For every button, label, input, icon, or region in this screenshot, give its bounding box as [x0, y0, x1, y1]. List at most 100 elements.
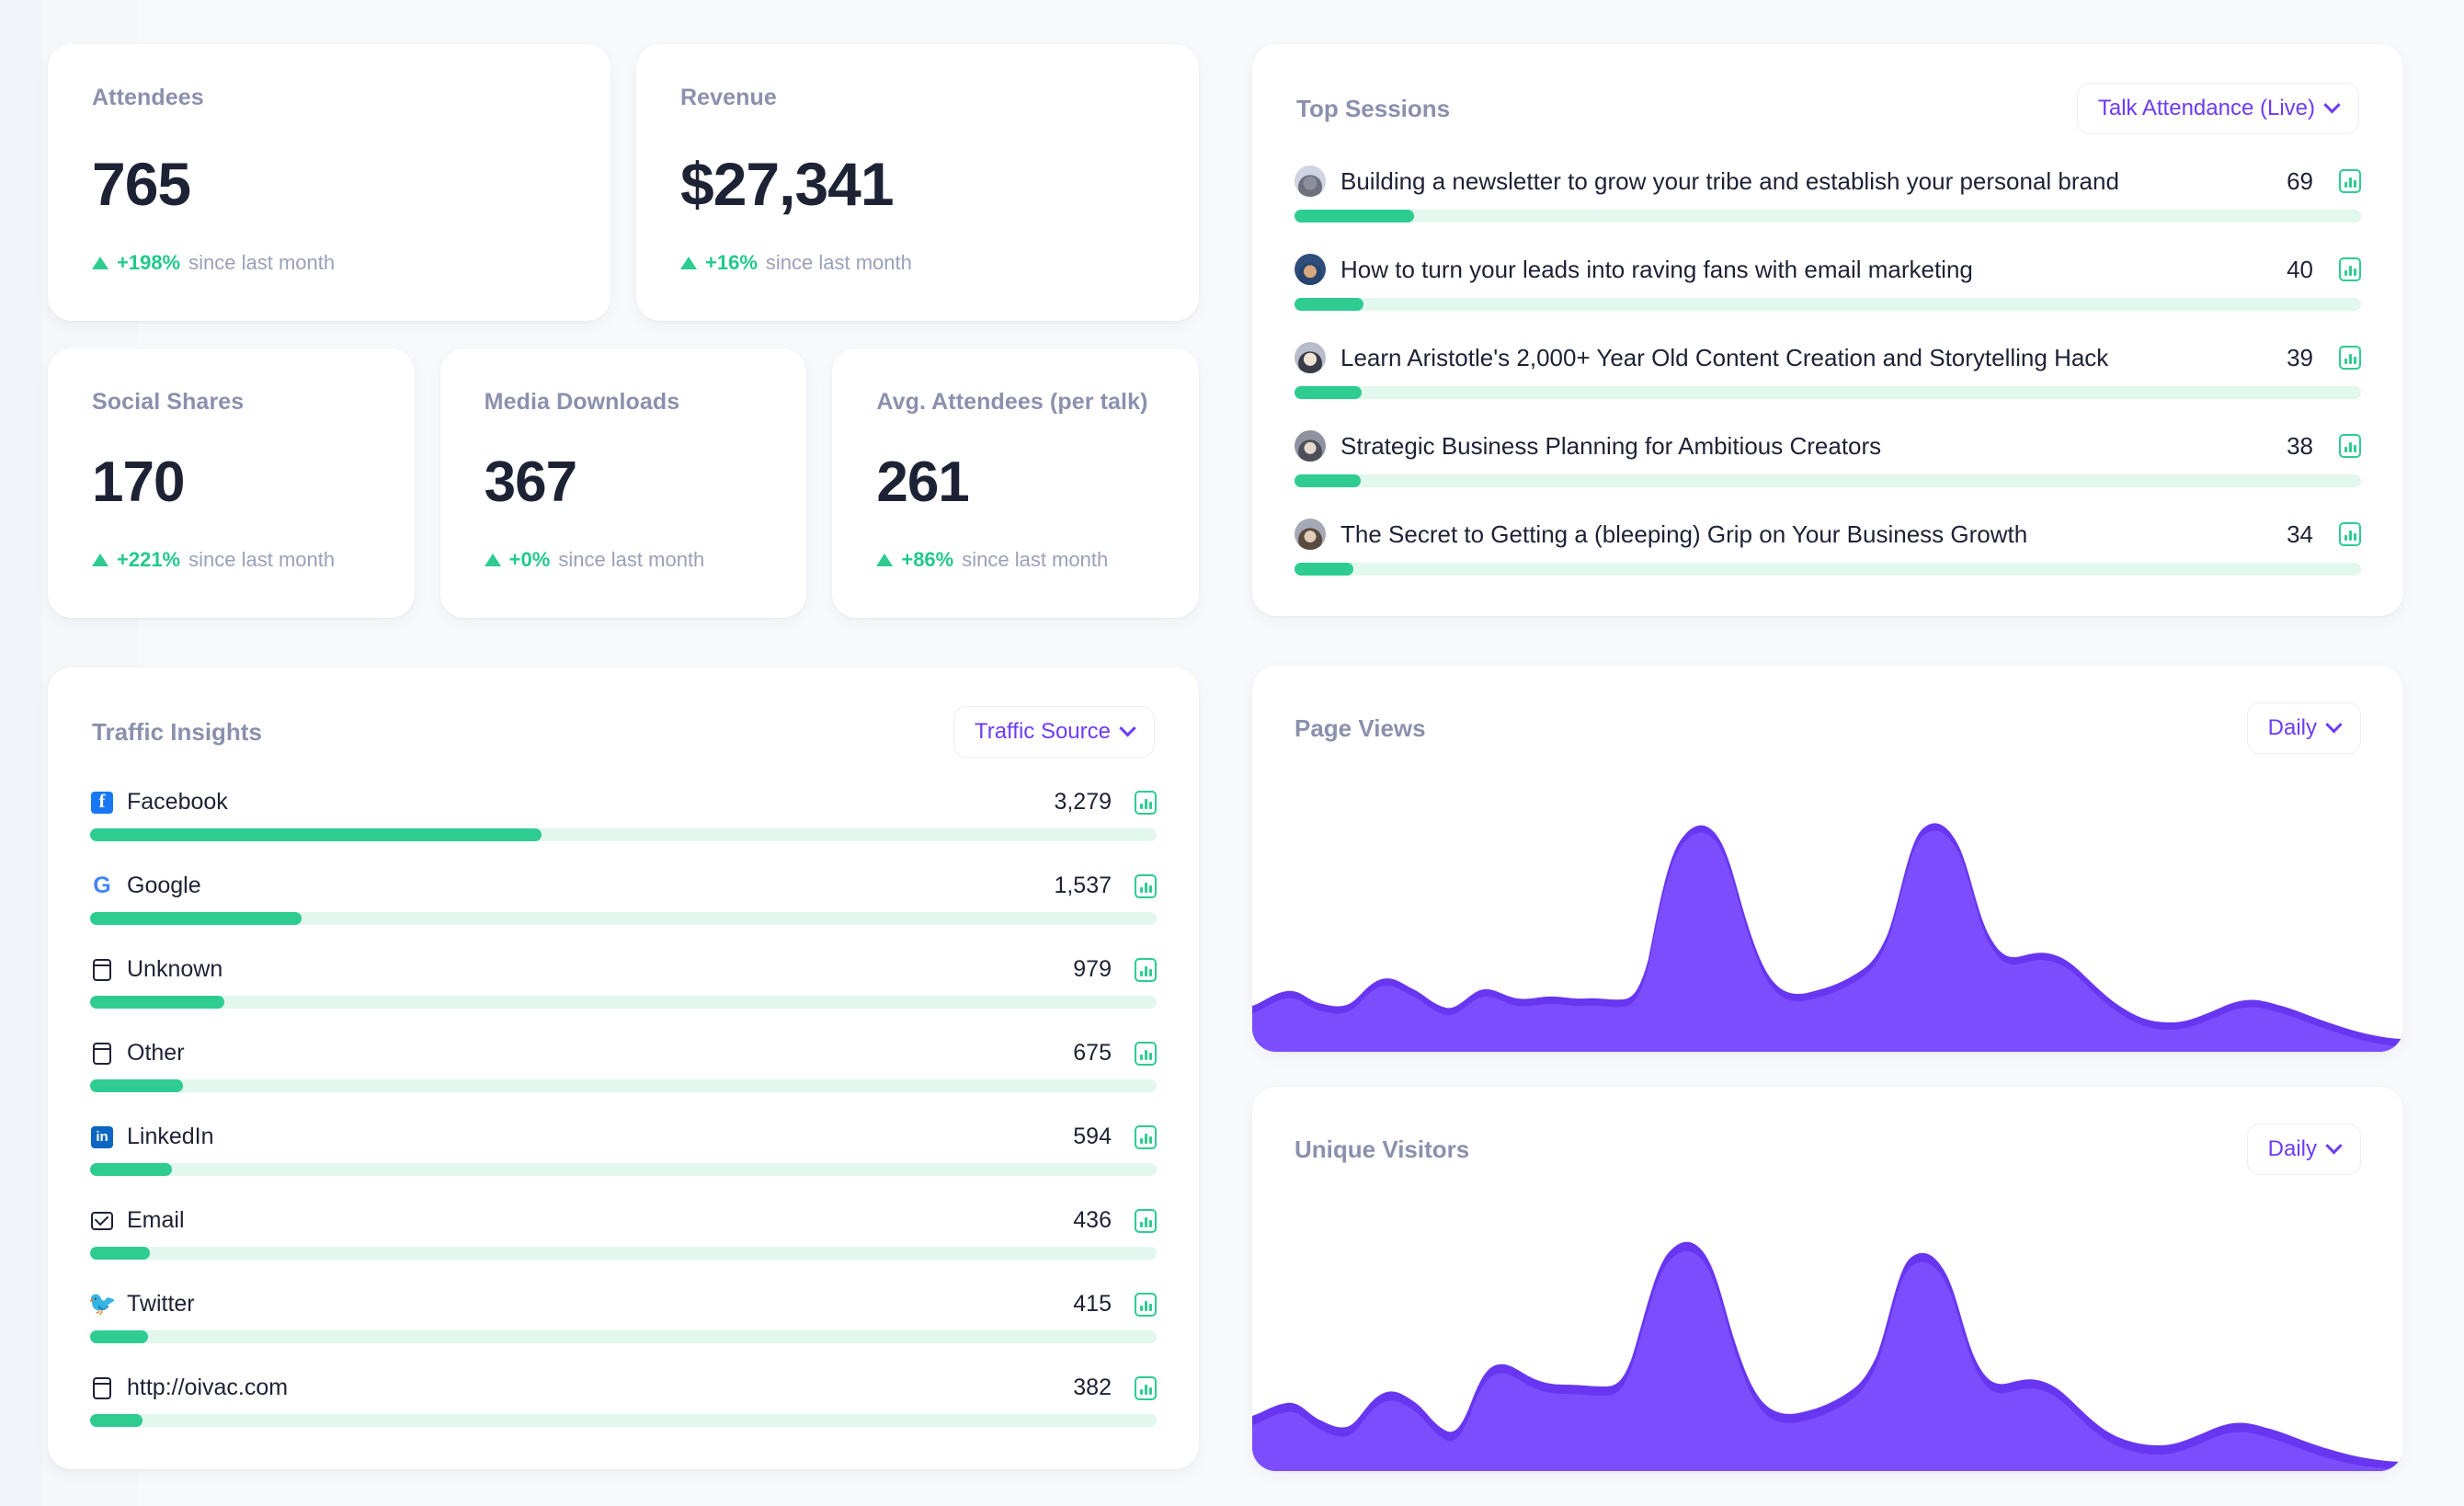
talk-attendance-dropdown[interactable]: Talk Attendance (Live) [2076, 83, 2359, 134]
kpi-delta: +221% since last month [92, 548, 371, 572]
session-progress [1295, 386, 2361, 399]
panel-title: Unique Visitors [1295, 1135, 1470, 1163]
trend-up-icon [92, 257, 108, 269]
session-value: 38 [2287, 431, 2313, 460]
session-item[interactable]: Building a newsletter to grow your tribe… [1295, 165, 2361, 222]
session-item[interactable]: Learn Aristotle's 2,000+ Year Old Conten… [1295, 342, 2361, 399]
bar-chart-icon[interactable] [1135, 1041, 1157, 1066]
google-icon: G [93, 873, 111, 898]
traffic-row-label: Unknown [127, 956, 223, 982]
page-views-panel: Page Views Daily [1252, 666, 2403, 1052]
top-sessions-panel: Top Sessions Talk Attendance (Live) Buil… [1252, 44, 2403, 616]
bar-chart-icon[interactable] [2339, 169, 2361, 193]
bar-chart-icon[interactable] [1135, 1375, 1157, 1400]
bar-chart-icon[interactable] [1135, 1124, 1157, 1149]
traffic-insights-panel: Traffic Insights Traffic Source f Facebo… [48, 667, 1199, 1469]
traffic-row-value: 436 [1073, 1207, 1112, 1233]
chevron-down-icon [2325, 715, 2343, 733]
kpi-label: Media Downloads [484, 389, 680, 415]
session-title: Learn Aristotle's 2,000+ Year Old Conten… [1340, 343, 2109, 371]
session-item[interactable]: The Secret to Getting a (bleeping) Grip … [1295, 519, 2361, 576]
session-progress [1295, 298, 2361, 311]
talk-attendance-dropdown-label: Talk Attendance (Live) [2097, 96, 2315, 120]
traffic-row-value: 675 [1073, 1040, 1112, 1066]
kpi-delta: +86% since last month [876, 548, 1155, 572]
trend-up-icon [92, 553, 108, 566]
traffic-row-progress [90, 1330, 1157, 1343]
traffic-row-progress [90, 912, 1157, 925]
traffic-row[interactable]: http://oivac.com 382 [90, 1375, 1157, 1427]
kpi-delta: +0% since last month [484, 548, 763, 572]
session-progress [1295, 563, 2361, 576]
session-item[interactable]: Strategic Business Planning for Ambitiou… [1295, 430, 2361, 487]
top-sessions-header: Top Sessions Talk Attendance (Live) [1295, 83, 2361, 134]
traffic-row-progress [90, 828, 1157, 841]
traffic-row-progress [90, 996, 1157, 1009]
avatar [1295, 519, 1326, 550]
unique-visitors-header: Unique Visitors Daily [1293, 1124, 2363, 1175]
kpi-card-media-downloads: Media Downloads 367 +0% since last month [439, 348, 807, 618]
kpi-label: Revenue [680, 85, 777, 110]
unique-visitors-period-label: Daily [2267, 1136, 2317, 1161]
session-title: Strategic Business Planning for Ambitiou… [1340, 431, 1882, 460]
traffic-row[interactable]: 🐦 Twitter 415 [87, 1291, 1157, 1343]
session-progress [1295, 474, 2361, 487]
traffic-row[interactable]: G Google 1,537 [90, 873, 1157, 925]
traffic-row[interactable]: Unknown 979 [90, 956, 1157, 1009]
avatar [1295, 165, 1326, 197]
bar-chart-icon[interactable] [1135, 1208, 1157, 1233]
bar-chart-icon[interactable] [1135, 790, 1157, 815]
traffic-row-label: Other [127, 1040, 185, 1066]
traffic-row-progress [90, 1163, 1157, 1176]
window-icon [90, 1042, 114, 1066]
kpi-delta-pct: +221% [117, 548, 181, 571]
bar-chart-icon[interactable] [2339, 346, 2361, 370]
traffic-row[interactable]: Email 436 [90, 1207, 1157, 1260]
traffic-source-dropdown[interactable]: Traffic Source [953, 706, 1155, 758]
bar-chart-icon[interactable] [1135, 957, 1157, 982]
kpi-row-secondary: Social Shares 170 +221% since last month… [48, 348, 1200, 618]
kpi-value: 765 [92, 150, 191, 218]
trend-up-icon [876, 553, 894, 566]
kpi-delta-suffix: since last month [765, 251, 912, 274]
session-title: How to turn your leads into raving fans … [1340, 255, 1973, 283]
kpi-value: 170 [92, 451, 185, 514]
traffic-row-value: 594 [1073, 1124, 1112, 1149]
bar-chart-icon[interactable] [2339, 257, 2361, 281]
page-views-period-dropdown[interactable]: Daily [2246, 702, 2361, 754]
traffic-row-value: 382 [1073, 1375, 1112, 1400]
unique-visitors-chart [1252, 1195, 2403, 1471]
bar-chart-icon[interactable] [1135, 1292, 1157, 1317]
bar-chart-icon[interactable] [2339, 434, 2361, 458]
traffic-row[interactable]: f Facebook 3,279 [90, 789, 1157, 841]
bar-chart-icon[interactable] [1135, 873, 1157, 898]
traffic-insights-header: Traffic Insights Traffic Source [90, 706, 1157, 758]
kpi-delta-pct: +198% [117, 251, 181, 274]
kpi-card-attendees: Attendees 765 +198% since last month [48, 44, 610, 321]
chevron-down-icon [2325, 1136, 2343, 1154]
kpi-value: 261 [876, 451, 969, 514]
page-views-area-svg [1252, 823, 2403, 1052]
kpi-delta-pct: +16% [705, 251, 758, 274]
chevron-down-icon [1119, 719, 1136, 736]
avatar [1295, 254, 1326, 285]
traffic-source-dropdown-label: Traffic Source [974, 719, 1111, 744]
traffic-row-value: 415 [1073, 1291, 1112, 1317]
traffic-row-progress [90, 1079, 1157, 1092]
bar-chart-icon[interactable] [2339, 522, 2361, 546]
session-item[interactable]: How to turn your leads into raving fans … [1295, 254, 2361, 311]
unique-visitors-period-dropdown[interactable]: Daily [2246, 1124, 2361, 1175]
kpi-delta-suffix: since last month [188, 251, 336, 274]
traffic-row-value: 1,537 [1054, 873, 1112, 898]
dashboard-top-grid: Attendees 765 +198% since last month Rev… [48, 44, 2416, 1471]
kpi-delta: +198% since last month [92, 251, 566, 275]
traffic-row[interactable]: in LinkedIn 594 [90, 1124, 1157, 1176]
page-views-header: Page Views Daily [1293, 702, 2363, 754]
facebook-icon: f [90, 791, 114, 815]
page-views-area-front [1252, 830, 2403, 1052]
trend-up-icon [680, 257, 697, 269]
kpi-delta-pct: +86% [901, 548, 954, 571]
traffic-row-label: LinkedIn [127, 1124, 214, 1149]
traffic-row[interactable]: Other 675 [90, 1040, 1157, 1092]
session-value: 34 [2287, 519, 2313, 548]
